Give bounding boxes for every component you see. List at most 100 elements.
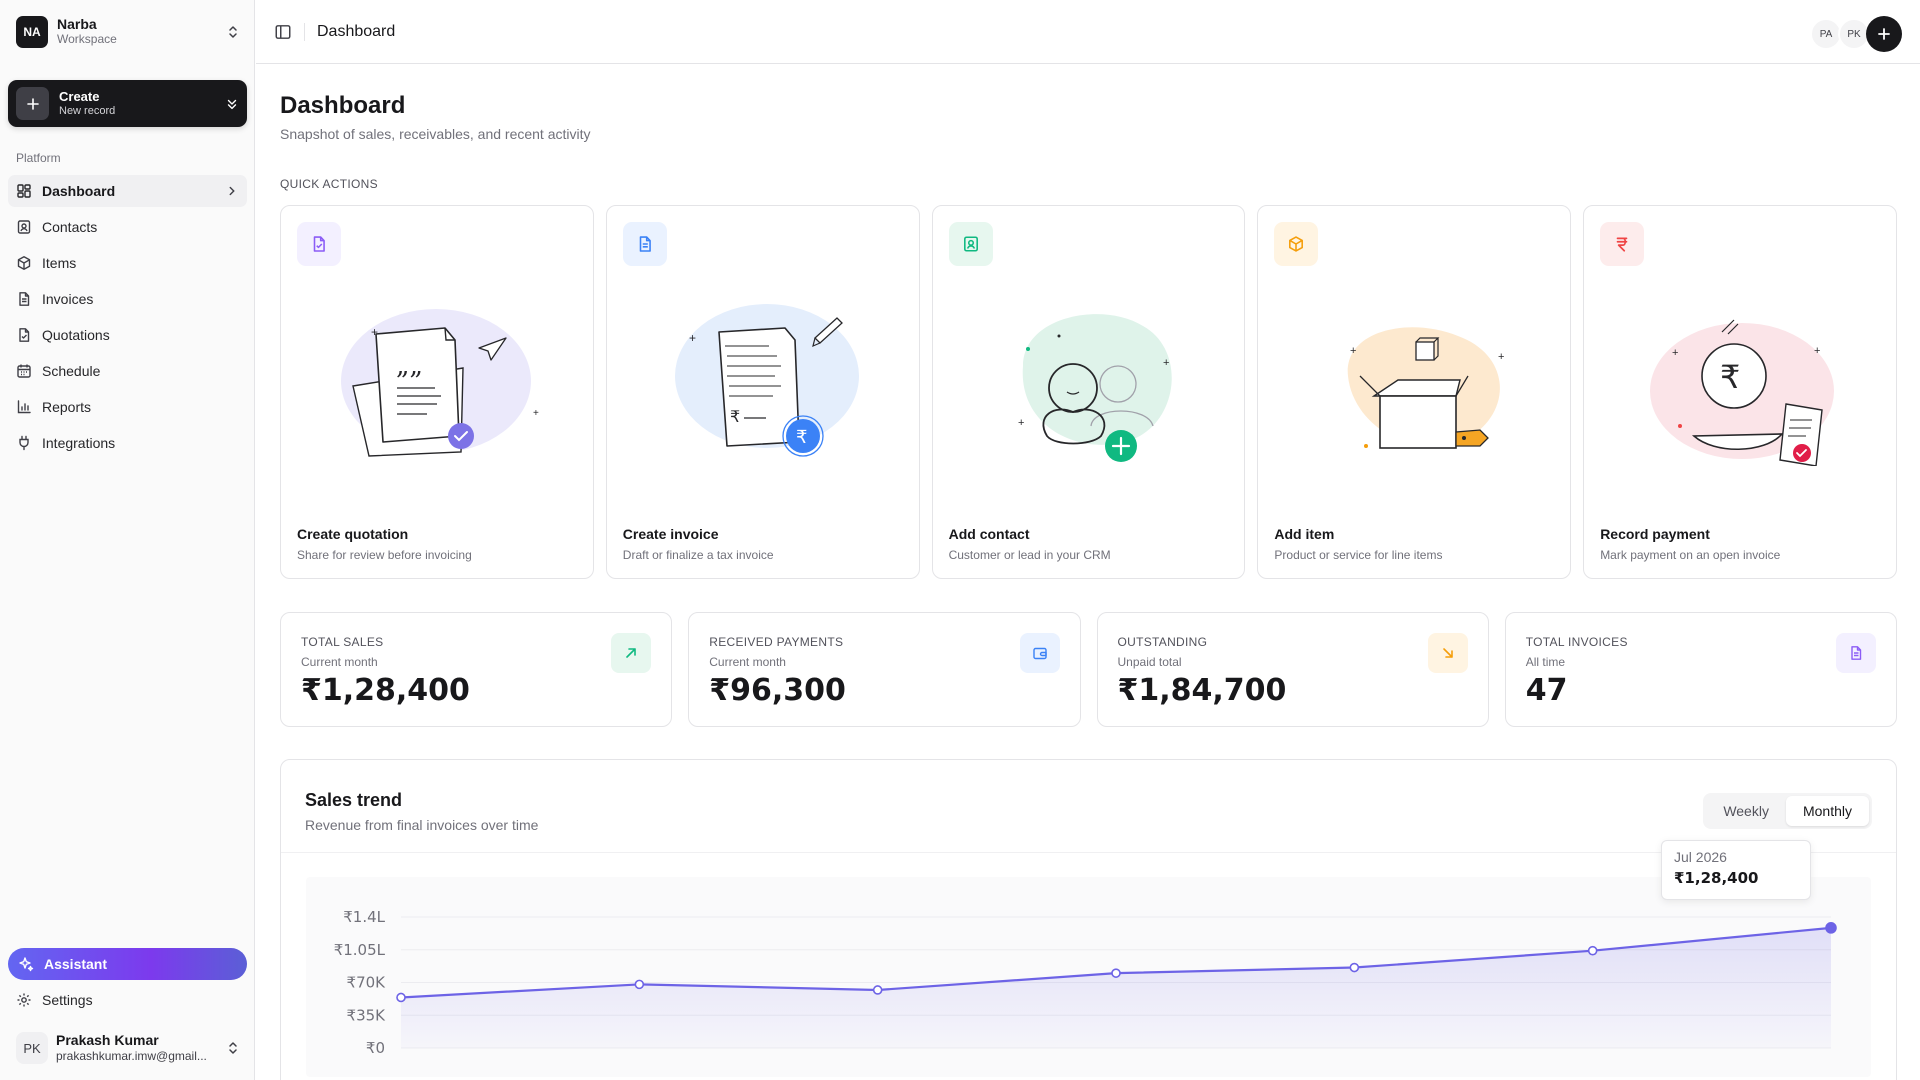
header-title: Dashboard [304, 22, 395, 41]
sparkles-icon [19, 957, 34, 972]
plus-icon [1878, 28, 1890, 40]
quick-actions-label: QUICK ACTIONS [280, 177, 378, 191]
stat-value: ₹1,84,700 [1117, 673, 1287, 708]
sidebar-toggle-icon[interactable] [274, 23, 292, 41]
stat-subtitle: Current month [709, 655, 786, 669]
page-title: Dashboard [280, 92, 406, 119]
create-button[interactable]: Create New record [8, 80, 247, 127]
y-tick-label: ₹35K [347, 1006, 387, 1024]
quick-action-create-invoice[interactable]: ₹ ₹ + Create invoice Draft or finalize a… [605, 205, 920, 579]
toggle-monthly[interactable]: Monthly [1785, 796, 1869, 826]
stats-row: TOTAL SALES Current month ₹1,28,400 RECE… [280, 612, 1897, 727]
stat-value: 47 [1525, 673, 1568, 708]
quotation-icon [19, 328, 30, 342]
workspace-subtitle: Workspace [57, 32, 117, 46]
create-title: Create [59, 88, 100, 104]
invoice-icon [622, 222, 667, 266]
plus-icon [16, 87, 49, 120]
assistant-label: Assistant [44, 956, 108, 972]
settings-label: Settings [42, 992, 93, 1008]
data-point [1587, 945, 1598, 956]
sidebar-item-label: Items [42, 255, 77, 271]
sidebar-item-integrations[interactable]: Integrations [8, 427, 247, 459]
stat-value: ₹1,28,400 [301, 673, 470, 708]
data-point [1349, 962, 1360, 973]
sidebar-item-dashboard[interactable]: Dashboard [8, 175, 247, 207]
workspace-switcher[interactable]: NA Narba Workspace [16, 16, 241, 48]
contact-illustration: + + [1018, 314, 1172, 462]
stat-label: TOTAL SALES [301, 635, 384, 649]
svg-text:+: + [371, 325, 378, 339]
stat-total-invoices: TOTAL INVOICES All time 47 [1504, 612, 1897, 727]
stat-subtitle: Unpaid total [1117, 655, 1182, 669]
quick-actions: „„ + + Create quotation Share for review… [280, 205, 1897, 579]
quick-action-add-item[interactable]: + + Add item Product or service for line… [1257, 205, 1572, 579]
trend-up-icon [611, 633, 652, 673]
chart-icon [17, 400, 31, 414]
y-tick-label: ₹70K [347, 974, 387, 992]
quick-action-record-payment[interactable]: ₹ + + Record payment Mark payment on an … [1583, 205, 1897, 579]
data-point [1111, 968, 1121, 978]
svg-text:₹: ₹ [1720, 358, 1740, 396]
sidebar-item-label: Quotations [42, 327, 110, 343]
sidebar-item-invoices[interactable]: Invoices [8, 283, 247, 315]
sidebar-item-label: Integrations [42, 435, 116, 451]
svg-text:₹: ₹ [730, 407, 740, 426]
sidebar-item-schedule[interactable]: Schedule [8, 355, 247, 387]
y-tick-label: ₹1.4L [343, 908, 385, 926]
stat-received-payments: RECEIVED PAYMENTS Current month ₹96,300 [688, 612, 1081, 727]
svg-text:„„: „„ [396, 351, 423, 381]
tooltip-date: Jul 2026 [1674, 849, 1727, 865]
stat-subtitle: Current month [301, 655, 378, 669]
quick-action-title: Add item [1274, 526, 1335, 542]
period-toggle: Weekly Monthly [1703, 793, 1872, 829]
svg-text:+: + [1498, 351, 1504, 363]
header-actions: PA PK [1810, 16, 1902, 52]
sidebar-item-contacts[interactable]: Contacts [8, 211, 247, 243]
assistant-button[interactable]: Assistant [8, 948, 247, 980]
user-info: Prakash Kumar prakashkumar.imw@gmail... [56, 1032, 225, 1064]
item-illustration: + + [1348, 327, 1505, 449]
svg-text:+: + [1350, 345, 1356, 357]
sidebar-item-quotations[interactable]: Quotations [8, 319, 247, 351]
main-content: Dashboard Snapshot of sales, receivables… [256, 65, 1920, 1080]
toggle-weekly[interactable]: Weekly [1706, 796, 1786, 826]
quick-action-description: Share for review before invoicing [297, 548, 472, 562]
create-subtitle: New record [59, 104, 116, 117]
quick-action-description: Draft or finalize a tax invoice [622, 548, 774, 562]
contacts-icon [17, 220, 31, 234]
quick-action-create-quotation[interactable]: „„ + + Create quotation Share for review… [280, 205, 594, 579]
add-button[interactable] [1866, 16, 1902, 52]
trend-down-icon [1427, 633, 1468, 673]
workspace-logo: NA [16, 16, 48, 48]
data-point [634, 979, 645, 990]
sidebar-item-label: Invoices [42, 291, 94, 307]
sidebar-item-items[interactable]: Items [8, 247, 247, 279]
svg-text:+: + [1814, 345, 1820, 357]
dashboard-icon [17, 184, 31, 198]
quick-action-description: Product or service for line items [1274, 548, 1443, 562]
data-point [396, 992, 406, 1003]
document-icon [1836, 633, 1876, 673]
wallet-icon [1019, 633, 1060, 673]
calendar-icon [17, 364, 31, 378]
settings-link[interactable]: Settings [8, 984, 247, 1016]
quotation-illustration: „„ + + [341, 309, 539, 457]
svg-text:+: + [1672, 347, 1678, 359]
gear-icon [17, 993, 31, 1007]
tooltip-value: ₹1,28,400 [1674, 869, 1759, 887]
sidebar-item-reports[interactable]: Reports [8, 391, 247, 423]
quick-action-title: Create invoice [622, 526, 719, 542]
stat-label: OUTSTANDING [1117, 635, 1208, 649]
quick-action-description: Customer or lead in your CRM [948, 548, 1111, 562]
quick-action-title: Create quotation [297, 526, 409, 542]
svg-text:+: + [533, 408, 539, 419]
svg-text:+: + [1163, 357, 1169, 369]
svg-text:₹: ₹ [796, 427, 807, 448]
svg-text:+: + [1018, 417, 1024, 429]
user-menu[interactable]: PK Prakash Kumar prakashkumar.imw@gmail.… [16, 1030, 241, 1066]
sales-trend-chart: ₹0₹35K₹70K₹1.05L₹1.4LJanFebMarAprMayJunJ… [306, 877, 1871, 1080]
quick-action-title: Record payment [1600, 526, 1710, 542]
stat-label: TOTAL INVOICES [1525, 635, 1628, 649]
quick-action-add-contact[interactable]: + + Add contact Customer or lead in your… [931, 205, 1246, 579]
